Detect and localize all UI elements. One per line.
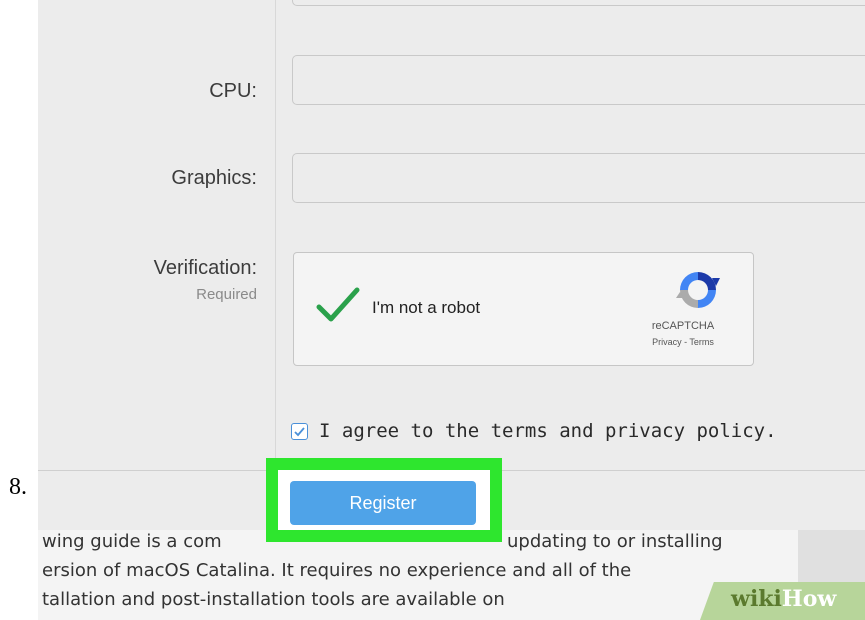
article-line-2: ersion of macOS Catalina. It requires no… (42, 560, 632, 581)
watermark-wiki: wiki (731, 586, 782, 612)
recaptcha-label: I'm not a robot (372, 298, 481, 317)
article-line-1-tail: updating to or installing (507, 531, 723, 552)
recaptcha-widget: I'm not a robot reCAPTCHA Privacy - Term… (293, 252, 754, 366)
verification-required-label: Required (196, 286, 257, 303)
agree-checkbox[interactable] (291, 423, 308, 440)
agree-label: I agree to the terms and privacy policy. (319, 420, 777, 442)
recaptcha-privacy-terms-link[interactable]: Privacy - Terms (628, 337, 738, 347)
panel-divider (275, 0, 276, 470)
graphics-label: Graphics: (171, 167, 257, 189)
wikihow-watermark: wikiHow (731, 586, 836, 612)
recaptcha-brand: reCAPTCHA (651, 320, 715, 332)
cpu-label: CPU: (209, 80, 257, 102)
article-line-3: tallation and post-installation tools ar… (42, 589, 505, 610)
register-button[interactable]: Register (290, 481, 476, 525)
graphics-input[interactable] (292, 153, 865, 203)
checkbox-check-icon (294, 427, 305, 437)
previous-field[interactable] (292, 0, 865, 6)
verification-label: Verification: (153, 257, 257, 279)
recaptcha-logo-icon (676, 272, 720, 308)
watermark-how: How (781, 586, 837, 612)
step-number: 8. (9, 474, 27, 500)
article-line-1: wing guide is a com (42, 531, 222, 552)
check-icon[interactable] (316, 285, 360, 325)
cpu-input[interactable] (292, 55, 865, 105)
